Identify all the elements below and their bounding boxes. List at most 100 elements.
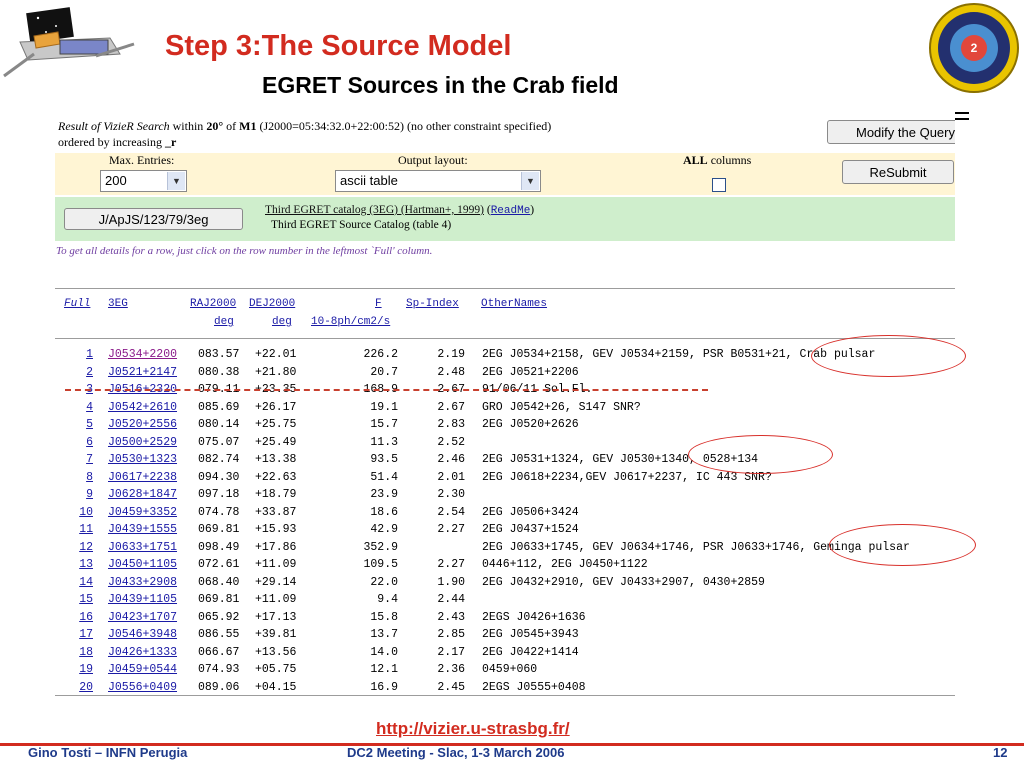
row-cell-de: +33.87 xyxy=(255,505,297,519)
row-cell-ra: 086.55 xyxy=(198,628,240,641)
row-full-link[interactable]: 13 xyxy=(63,556,93,574)
row-full-link[interactable]: 10 xyxy=(63,504,93,522)
table-row: 18 J0426+1333 066.67 +13.56 14.0 2.17 2EG J042… xyxy=(55,644,955,662)
row-3eg-link[interactable]: J0459+3352 xyxy=(108,504,177,522)
table-row: 4 J0542+2610 085.69 +26.17 19.1 2.67 GRO J0542… xyxy=(55,399,955,417)
crab-pulsar-highlight xyxy=(811,335,966,377)
row-full-link[interactable]: 11 xyxy=(63,521,93,539)
row-3eg-link[interactable]: J0556+0409 xyxy=(108,679,177,697)
row-3eg-link[interactable]: J0500+2529 xyxy=(108,434,177,452)
table-row: 15 J0439+1105 069.81 +11.09 9.4 2.44 xyxy=(55,591,955,609)
row-cell-de: +22.63 xyxy=(255,470,297,484)
row-full-link[interactable]: 14 xyxy=(63,574,93,592)
vizier-result-page: Result of VizieR Search within 20° of M1… xyxy=(55,105,955,697)
row-3eg-link[interactable]: J0450+1105 xyxy=(108,556,177,574)
row-3eg-link[interactable]: J0534+2200 xyxy=(108,346,177,364)
source-table: 1 J0534+2200 083.57 +22.01 226.2 2.19 2EG J053… xyxy=(55,346,955,696)
column-ra-unit[interactable]: deg xyxy=(214,316,234,328)
row-full-link[interactable]: 18 xyxy=(63,644,93,662)
all-columns-suffix: columns xyxy=(707,153,752,167)
row-3eg-link[interactable]: J0439+1105 xyxy=(108,591,177,609)
resubmit-button[interactable]: ReSubmit xyxy=(842,160,954,184)
row-cell-f: 22.0 xyxy=(370,575,398,589)
row-cell-f: 11.3 xyxy=(370,435,398,449)
geminga-pulsar-highlight xyxy=(829,524,976,566)
data-challenge-logo-icon: 2 xyxy=(928,2,1020,94)
row-3eg-link[interactable]: J0426+1333 xyxy=(108,644,177,662)
row-3eg-link[interactable]: J0439+1555 xyxy=(108,521,177,539)
row-full-link[interactable]: 1 xyxy=(63,346,93,364)
row-full-link[interactable]: 19 xyxy=(63,661,93,679)
row-cell-on: 2EG J0506+3424 xyxy=(482,505,579,519)
slide-title: Step 3:The Source Model xyxy=(165,30,512,62)
row-full-link[interactable]: 20 xyxy=(63,679,93,697)
row-full-link[interactable]: 7 xyxy=(63,451,93,469)
max-entries-select[interactable]: 200 ▼ xyxy=(100,170,187,192)
divider xyxy=(55,695,955,696)
row-full-link[interactable]: 2 xyxy=(63,364,93,382)
column-dec-unit[interactable]: deg xyxy=(272,316,292,328)
column-3eg-link[interactable]: 3EG xyxy=(108,298,128,310)
modify-query-button[interactable]: Modify the Query xyxy=(827,120,955,144)
table-row: 13 J0450+1105 072.61 +11.09 109.5 2.27 0446+11… xyxy=(55,556,955,574)
row-cell-ra: 066.67 xyxy=(198,645,240,659)
row-full-link[interactable]: 5 xyxy=(63,416,93,434)
table-row: 17 J0546+3948 086.55 +39.81 13.7 2.85 2EG J054… xyxy=(55,626,955,644)
row-cell-ra: 080.38 xyxy=(198,365,240,379)
row-cell-sp: 2.43 xyxy=(437,610,465,624)
row-3eg-link[interactable]: J0433+2908 xyxy=(108,574,177,592)
result-order-key: _r xyxy=(164,135,177,149)
row-cell-de: +39.81 xyxy=(255,628,297,641)
row-full-link[interactable]: 4 xyxy=(63,399,93,417)
row-cell-ra: 069.81 xyxy=(198,523,240,536)
row-3eg-link[interactable]: J0521+2147 xyxy=(108,364,177,382)
row-cell-f: 12.1 xyxy=(370,663,398,676)
row-3eg-link[interactable]: J0530+1323 xyxy=(108,451,177,469)
catalog-band: J/ApJS/123/79/3eg Third EGRET catalog (3… xyxy=(55,197,955,241)
row-3eg-link[interactable]: J0459+0544 xyxy=(108,661,177,679)
row-full-link[interactable]: 16 xyxy=(63,609,93,627)
catalog-link[interactable]: Third EGRET catalog (3EG) (Hartman+, 199… xyxy=(265,204,484,216)
row-cell-f: 42.9 xyxy=(370,523,398,536)
column-othernames-link[interactable]: OtherNames xyxy=(481,298,547,310)
row-full-link[interactable]: 15 xyxy=(63,591,93,609)
row-3eg-link[interactable]: J0633+1751 xyxy=(108,539,177,557)
readme-link[interactable]: ReadMe xyxy=(491,205,531,217)
all-columns-checkbox[interactable] xyxy=(712,178,726,192)
row-full-link[interactable]: 6 xyxy=(63,434,93,452)
row-cell-ra: 085.69 xyxy=(198,400,240,414)
row-full-link[interactable]: 12 xyxy=(63,539,93,557)
row-cell-sp: 2.83 xyxy=(437,418,465,431)
vizier-url-link[interactable]: http://vizier.u-strasbg.fr/ xyxy=(376,719,570,739)
row-3eg-link[interactable]: J0423+1707 xyxy=(108,609,177,627)
row-cell-on: 2EG J0521+2206 xyxy=(482,365,579,379)
output-layout-select[interactable]: ascii table ▼ xyxy=(335,170,541,192)
row-full-link[interactable]: 9 xyxy=(63,486,93,504)
column-full-link[interactable]: Full xyxy=(64,298,90,310)
row-cell-f: 15.8 xyxy=(370,610,398,624)
column-flux-unit[interactable]: 10-8ph/cm2/s xyxy=(311,316,390,328)
row-cell-sp: 2.52 xyxy=(437,435,465,449)
row-cell-sp: 2.54 xyxy=(437,505,465,519)
column-spindex-link[interactable]: Sp-Index xyxy=(406,298,459,310)
row-full-link[interactable]: 17 xyxy=(63,626,93,644)
row-3eg-link[interactable]: J0628+1847 xyxy=(108,486,177,504)
footer-author: Gino Tosti – INFN Perugia xyxy=(28,745,188,760)
divider xyxy=(55,288,955,289)
divider xyxy=(55,338,955,339)
row-cell-f: 9.4 xyxy=(377,593,398,606)
column-dec-link[interactable]: DEJ2000 xyxy=(249,298,295,310)
all-columns-label: ALL columns xyxy=(683,153,751,168)
catalog-button[interactable]: J/ApJS/123/79/3eg xyxy=(64,208,243,230)
row-3eg-link[interactable]: J0542+2610 xyxy=(108,399,177,417)
row-cell-f: 51.4 xyxy=(370,470,398,484)
row-cell-ra: 072.61 xyxy=(198,558,240,571)
row-3eg-link[interactable]: J0617+2238 xyxy=(108,469,177,487)
column-flux-link[interactable]: F xyxy=(375,298,382,310)
column-ra-link[interactable]: RAJ2000 xyxy=(190,298,236,310)
row-full-link[interactable]: 8 xyxy=(63,469,93,487)
row-3eg-link[interactable]: J0520+2556 xyxy=(108,416,177,434)
catalog-table-name: Third EGRET Source Catalog (table 4) xyxy=(271,219,452,231)
row-3eg-link[interactable]: J0546+3948 xyxy=(108,626,177,644)
row-cell-ra: 075.07 xyxy=(198,435,240,449)
